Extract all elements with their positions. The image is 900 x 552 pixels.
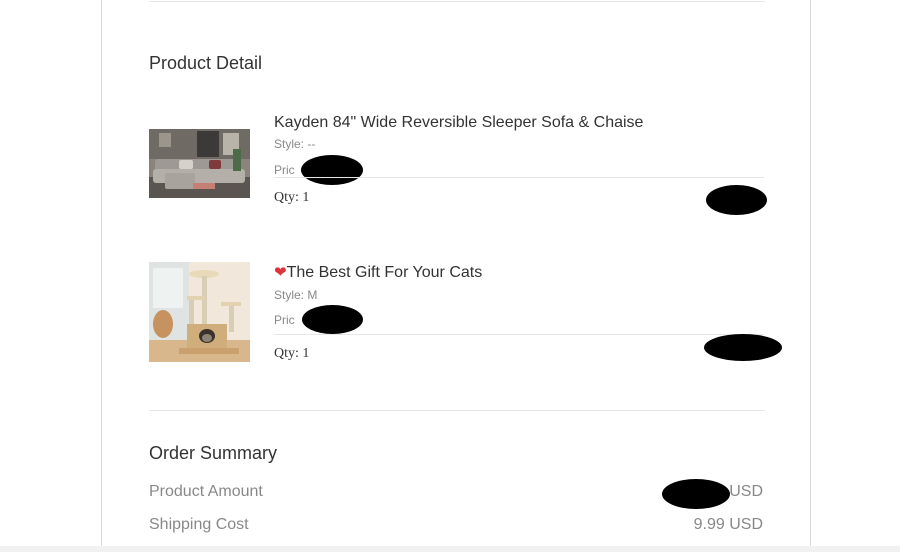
- section-divider: [149, 410, 765, 411]
- subtotal-redaction: [704, 334, 782, 361]
- summary-label: Product Amount: [149, 483, 263, 500]
- sofa-product-image[interactable]: [149, 129, 250, 198]
- product-name[interactable]: ❤The Best Gift For Your Cats: [274, 263, 482, 282]
- product-style: Style: M: [274, 288, 318, 302]
- order-summary-title: Order Summary: [149, 443, 278, 463]
- cat-tree-product-image[interactable]: [149, 262, 250, 362]
- summary-value: 9.99 USD: [693, 516, 763, 533]
- order-email-card: Product Detail Kayden 84" Wide Reversibl…: [101, 0, 811, 546]
- product-item: ❤The Best Gift For Your Cats Style: M Pr…: [149, 262, 782, 364]
- amount-redaction: [662, 479, 730, 509]
- product-quantity: Qty: 1: [274, 190, 310, 205]
- top-divider: [149, 1, 765, 2]
- email-page: Product Detail Kayden 84" Wide Reversibl…: [0, 0, 900, 552]
- product-quantity: Qty: 1: [274, 346, 310, 361]
- summary-value: USD: [729, 483, 763, 500]
- product-name[interactable]: Kayden 84" Wide Reversible Sleeper Sofa …: [274, 114, 643, 132]
- sofa-photo-icon: [149, 129, 250, 198]
- heart-icon: ❤: [274, 264, 287, 281]
- product-detail-title: Product Detail: [149, 53, 263, 73]
- price-redaction: [302, 305, 363, 334]
- product-style: Style: --: [274, 137, 316, 151]
- product-price-label: Pric: [274, 313, 295, 327]
- subtotal-redaction: [706, 185, 767, 215]
- price-redaction: [301, 155, 363, 185]
- summary-label: Shipping Cost: [149, 516, 249, 533]
- product-name-text: The Best Gift For Your Cats: [286, 264, 483, 281]
- product-divider: [274, 177, 764, 178]
- product-divider: [274, 334, 764, 335]
- page-bottom-edge: [0, 546, 900, 552]
- product-price-label: Pric: [274, 163, 295, 177]
- summary-row-shipping-cost: Shipping Cost 9.99 USD: [149, 516, 763, 538]
- cat-tree-photo-icon: [149, 262, 250, 362]
- product-item: Kayden 84" Wide Reversible Sleeper Sofa …: [149, 114, 779, 215]
